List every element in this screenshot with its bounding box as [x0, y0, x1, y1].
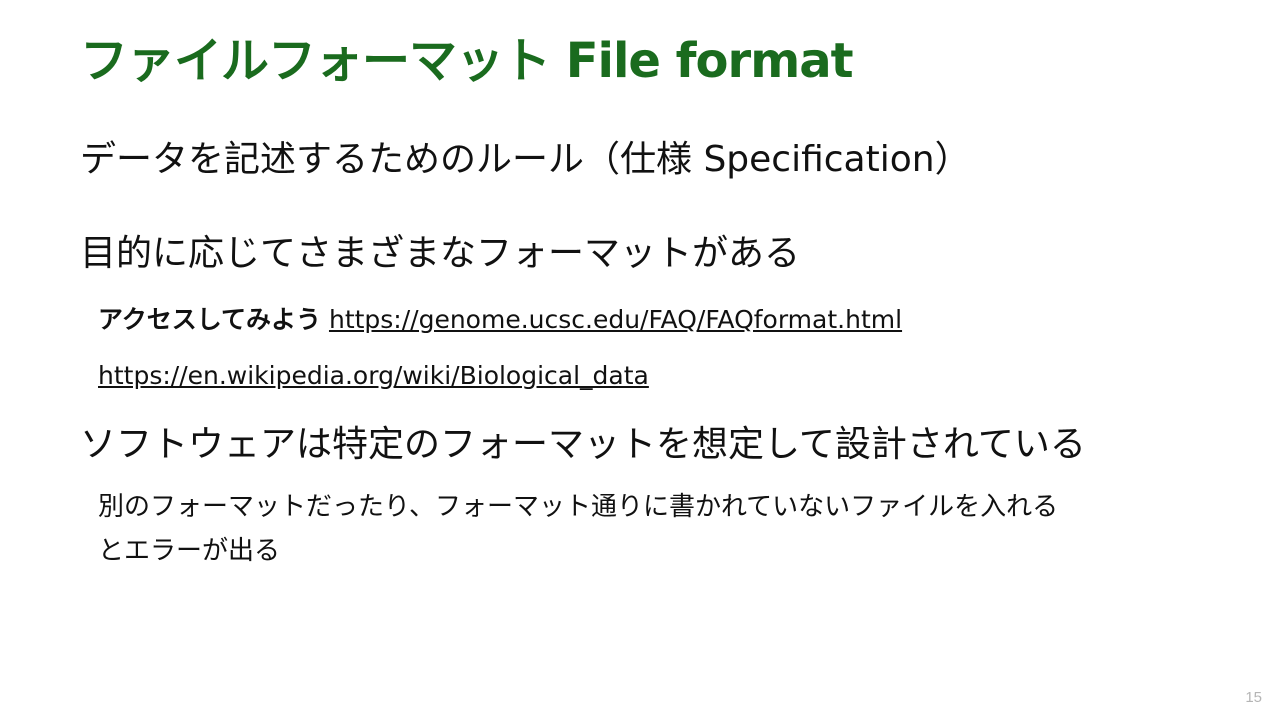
- page-number: 15: [1245, 689, 1262, 706]
- access-line: アクセスしてみよう https://genome.ucsc.edu/FAQ/FA…: [98, 303, 902, 337]
- slide: ファイルフォーマット File format データを記述するためのルール（仕様…: [0, 0, 1280, 720]
- wikipedia-link[interactable]: https://en.wikipedia.org/wiki/Biological…: [98, 361, 649, 390]
- error-note-line-2: とエラーが出る: [98, 536, 281, 566]
- definition-text: データを記述するためのルール（仕様 Specification）: [80, 139, 971, 180]
- purpose-text: 目的に応じてさまざまなフォーマットがある: [80, 233, 801, 274]
- ucsc-format-link[interactable]: https://genome.ucsc.edu/FAQ/FAQformat.ht…: [329, 305, 902, 334]
- access-label: アクセスしてみよう: [98, 305, 322, 334]
- error-note-line-1: 別のフォーマットだったり、フォーマット通りに書かれていないファイルを入れる: [98, 492, 1059, 522]
- wikipedia-line: https://en.wikipedia.org/wiki/Biological…: [98, 359, 649, 393]
- slide-title: ファイルフォーマット File format: [80, 33, 854, 89]
- software-note-text: ソフトウェアは特定のフォーマットを想定して設計されている: [80, 424, 1086, 465]
